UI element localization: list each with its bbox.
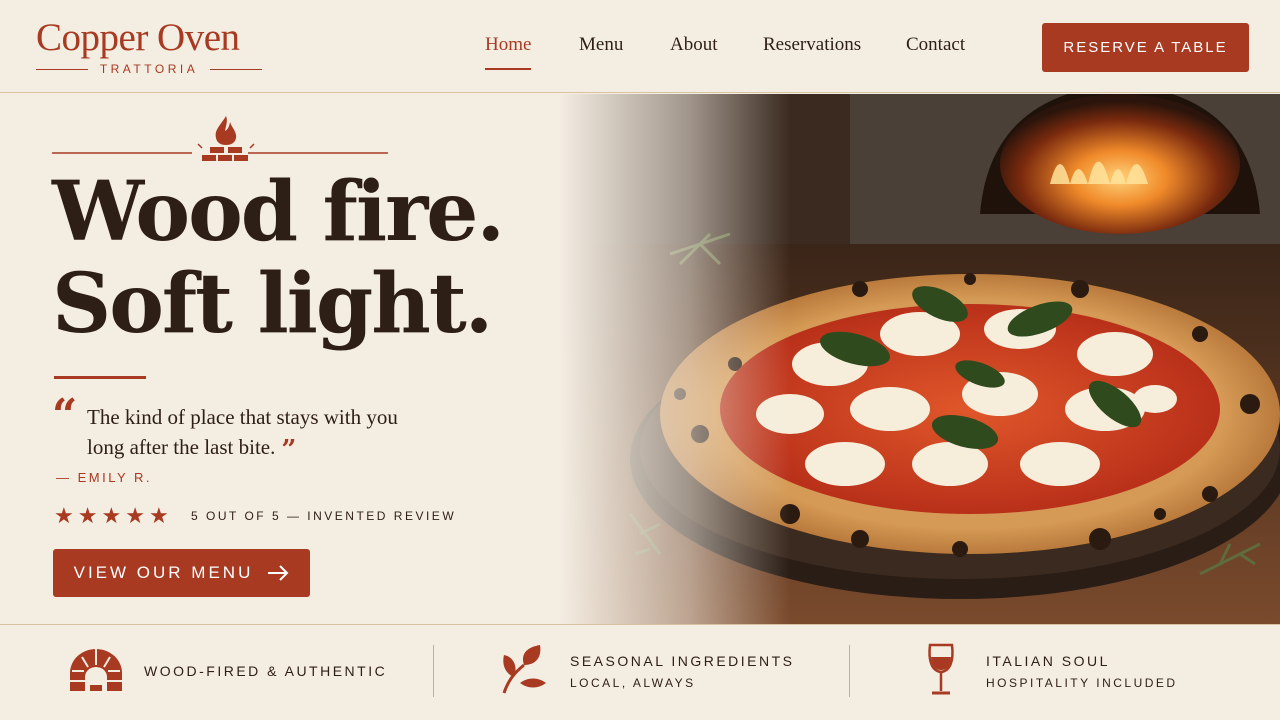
feature-divider bbox=[433, 645, 434, 697]
flame-icon bbox=[215, 116, 237, 145]
feature-wood-fired: WOOD-FIRED & AUTHENTIC bbox=[68, 625, 428, 720]
headline-line-2: Soft light. bbox=[52, 256, 493, 352]
feature-divider bbox=[849, 645, 850, 697]
view-menu-label: VIEW OUR MENU bbox=[73, 563, 254, 582]
nav-reservations[interactable]: Reservations bbox=[763, 34, 861, 56]
nav-about[interactable]: About bbox=[670, 34, 718, 56]
feature-title: WOOD-FIRED & AUTHENTIC bbox=[144, 663, 388, 679]
view-menu-button[interactable]: VIEW OUR MENU bbox=[53, 549, 310, 597]
features-bar: WOOD-FIRED & AUTHENTIC SEASONAL INGREDIE… bbox=[0, 624, 1280, 720]
hero-headline: Wood fire. Soft light. bbox=[52, 166, 612, 350]
review-quote-text: The kind of place that stays with you lo… bbox=[87, 405, 398, 459]
headline-line-1: Wood fire. bbox=[52, 164, 505, 260]
feature-title: ITALIAN SOUL bbox=[986, 653, 1110, 669]
feature-seasonal: SEASONAL INGREDIENTS LOCAL, ALWAYS bbox=[498, 625, 818, 720]
nav-home[interactable]: Home bbox=[485, 34, 532, 70]
review-quote: The kind of place that stays with you lo… bbox=[87, 402, 417, 465]
close-quote-icon: ” bbox=[281, 435, 297, 465]
reserve-table-button[interactable]: RESERVE A TABLE bbox=[1042, 23, 1249, 72]
fire-ornament bbox=[52, 114, 388, 166]
star-icon: ★ bbox=[101, 503, 122, 528]
feature-subtitle: LOCAL, ALWAYS bbox=[570, 676, 696, 690]
headline-divider bbox=[54, 376, 146, 379]
wood-oven-icon bbox=[70, 649, 122, 691]
rating-text: 5 OUT OF 5 — INVENTED REVIEW bbox=[191, 509, 457, 523]
open-quote-icon: “ bbox=[52, 390, 78, 441]
nav-contact[interactable]: Contact bbox=[906, 34, 965, 56]
site-header: Copper Oven TRATTORIA Home Menu About Re… bbox=[0, 0, 1280, 93]
star-icon: ★ bbox=[125, 503, 145, 528]
wine-glass-icon bbox=[928, 643, 954, 695]
star-rating: ★ ★ ★ ★ ★ bbox=[54, 504, 169, 528]
reviewer-name: — EMILY R. bbox=[56, 470, 153, 485]
leaf-icon bbox=[502, 645, 546, 694]
pizza-illustration bbox=[560, 94, 1280, 624]
arrow-right-icon bbox=[268, 565, 289, 581]
feature-italian-soul: ITALIAN SOUL HOSPITALITY INCLUDED bbox=[926, 625, 1226, 720]
feature-title: SEASONAL INGREDIENTS bbox=[570, 653, 795, 669]
star-icon: ★ bbox=[148, 503, 169, 528]
hero-pizza-image bbox=[560, 94, 1280, 624]
star-icon: ★ bbox=[54, 503, 74, 528]
star-icon: ★ bbox=[77, 503, 98, 528]
feature-subtitle: HOSPITALITY INCLUDED bbox=[986, 676, 1178, 690]
nav-menu[interactable]: Menu bbox=[579, 34, 623, 56]
